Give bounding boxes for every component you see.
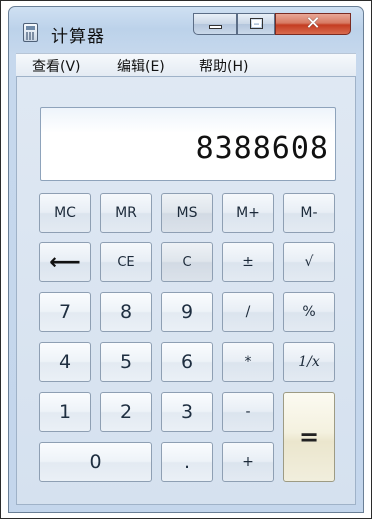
digit-8-button[interactable]: 8	[100, 292, 152, 332]
caption-buttons: ✕	[193, 13, 351, 35]
maximize-icon	[250, 18, 263, 29]
calculator-window: 计算器 ✕ 查看(V) 编辑(E) 帮助(H) 8388608 MC MR MS…	[8, 6, 364, 513]
ms-button[interactable]: MS	[161, 193, 213, 233]
display-panel: 8388608	[40, 107, 336, 181]
digit-6-button[interactable]: 6	[161, 342, 213, 382]
window-title: 计算器	[51, 27, 105, 47]
minimize-icon	[209, 25, 222, 29]
calculator-body: 8388608 MC MR MS M+ M- ⟵ CE C ± √ 7 8 9 …	[16, 76, 356, 505]
digit-5-button[interactable]: 5	[100, 342, 152, 382]
calculator-icon	[23, 23, 38, 42]
reciprocal-button[interactable]: 1/x	[283, 342, 335, 382]
display-value: 8388608	[195, 131, 329, 166]
digit-9-button[interactable]: 9	[161, 292, 213, 332]
digit-2-button[interactable]: 2	[100, 392, 152, 432]
digit-4-button[interactable]: 4	[39, 342, 91, 382]
add-button[interactable]: +	[222, 442, 274, 482]
ce-button[interactable]: CE	[100, 242, 152, 282]
maximize-button[interactable]	[237, 13, 275, 35]
decimal-button[interactable]: .	[161, 442, 213, 482]
menu-edit[interactable]: 编辑(E)	[117, 56, 165, 76]
close-icon: ✕	[305, 13, 321, 34]
digit-7-button[interactable]: 7	[39, 292, 91, 332]
backspace-button[interactable]: ⟵	[39, 242, 91, 282]
menu-view[interactable]: 查看(V)	[32, 56, 81, 76]
equals-button[interactable]: =	[283, 392, 335, 482]
subtract-button[interactable]: -	[222, 392, 274, 432]
title-bar[interactable]: 计算器 ✕	[9, 7, 363, 53]
percent-button[interactable]: %	[283, 292, 335, 332]
close-button[interactable]: ✕	[275, 13, 351, 35]
sqrt-button[interactable]: √	[283, 242, 335, 282]
digit-1-button[interactable]: 1	[39, 392, 91, 432]
mplus-button[interactable]: M+	[222, 193, 274, 233]
plus-minus-button[interactable]: ±	[222, 242, 274, 282]
digit-3-button[interactable]: 3	[161, 392, 213, 432]
backspace-icon: ⟵	[49, 249, 81, 275]
multiply-button[interactable]: *	[222, 342, 274, 382]
c-button[interactable]: C	[161, 242, 213, 282]
minimize-button[interactable]	[193, 13, 237, 35]
mr-button[interactable]: MR	[100, 193, 152, 233]
mc-button[interactable]: MC	[39, 193, 91, 233]
digit-0-button[interactable]: 0	[39, 442, 152, 482]
mminus-button[interactable]: M-	[283, 193, 335, 233]
divide-button[interactable]: /	[222, 292, 274, 332]
menu-bar: 查看(V) 编辑(E) 帮助(H)	[16, 53, 356, 77]
menu-help[interactable]: 帮助(H)	[199, 56, 248, 76]
